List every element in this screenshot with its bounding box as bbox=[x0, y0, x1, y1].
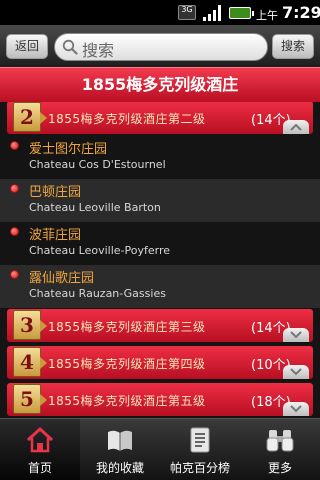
group-number-badge: 3 bbox=[13, 310, 47, 340]
group-header-3[interactable]: 3 1855梅多克列级酒庄第三级 (14个) bbox=[7, 309, 313, 342]
group-number-badge: 4 bbox=[13, 347, 47, 377]
group-number-badge: 5 bbox=[13, 384, 47, 414]
status-time: 7:29 bbox=[282, 3, 320, 22]
item-name-en: Chateau Cos D'Estournel bbox=[29, 158, 166, 171]
item-name-cn: 巴顿庄园 bbox=[29, 185, 82, 200]
bullet-icon bbox=[10, 141, 19, 150]
home-icon bbox=[26, 427, 54, 453]
bullet-icon bbox=[10, 270, 19, 279]
search-button[interactable]: 搜索 bbox=[272, 34, 314, 59]
tab-label: 首页 bbox=[27, 461, 52, 475]
back-button[interactable]: 返回 bbox=[6, 34, 48, 59]
signal-icon bbox=[203, 5, 223, 21]
group-header-4[interactable]: 4 1855梅多克列级酒庄第四级 (10个) bbox=[7, 346, 313, 379]
tab-favorites[interactable]: 我的收藏 bbox=[80, 419, 160, 480]
list-item[interactable]: 露仙歌庄园 Chateau Rauzan-Gassies bbox=[0, 265, 320, 308]
group-header-2[interactable]: 2 1855梅多克列级酒庄第二级 (14个) bbox=[7, 102, 313, 134]
chateau-list[interactable]: 2 1855梅多克列级酒庄第二级 (14个) 爱士图尔庄园 Chateau Co… bbox=[0, 102, 320, 418]
chevron-up-icon[interactable] bbox=[283, 120, 309, 134]
bullet-icon bbox=[10, 227, 19, 236]
list-item[interactable]: 巴顿庄园 Chateau Leoville Barton bbox=[0, 179, 320, 222]
group-title: 1855梅多克列级酒庄第三级 bbox=[48, 320, 206, 334]
item-name-en: Chateau Rauzan-Gassies bbox=[29, 287, 166, 300]
search-input[interactable]: 搜索 bbox=[54, 33, 268, 61]
binoculars-icon bbox=[266, 430, 294, 452]
group-title: 1855梅多克列级酒庄第四级 bbox=[48, 357, 206, 371]
tab-more[interactable]: 更多 bbox=[240, 419, 320, 480]
tab-parker-ranking[interactable]: 帕克百分榜 bbox=[160, 419, 240, 480]
group-title: 1855梅多克列级酒庄第二级 bbox=[48, 112, 206, 126]
bottom-tab-bar: 首页 我的收藏 帕克百分榜 更多 bbox=[0, 418, 320, 480]
battery-icon bbox=[229, 7, 254, 19]
chevron-down-icon[interactable] bbox=[283, 365, 309, 379]
list-icon bbox=[190, 427, 210, 453]
group-header-5[interactable]: 5 1855梅多克列级酒庄第五级 (18个) bbox=[7, 383, 313, 416]
list-item[interactable]: 爱士图尔庄园 Chateau Cos D'Estournel bbox=[0, 136, 320, 179]
list-item[interactable]: 波菲庄园 Chateau Leoville-Poyferre bbox=[0, 222, 320, 265]
item-name-en: Chateau Leoville-Poyferre bbox=[29, 244, 171, 257]
search-placeholder: 搜索 bbox=[82, 41, 115, 60]
group-number-badge: 2 bbox=[13, 102, 47, 132]
page-title: 1855梅多克列级酒庄 bbox=[0, 67, 320, 102]
chevron-down-icon[interactable] bbox=[283, 328, 309, 342]
group-title: 1855梅多克列级酒庄第五级 bbox=[48, 394, 206, 408]
tab-label: 帕克百分榜 bbox=[169, 461, 230, 475]
status-ampm: 上午 bbox=[256, 9, 278, 22]
item-name-cn: 露仙歌庄园 bbox=[29, 271, 95, 286]
book-icon bbox=[108, 430, 132, 451]
tab-home[interactable]: 首页 bbox=[0, 419, 80, 480]
item-name-en: Chateau Leoville Barton bbox=[29, 201, 161, 214]
chevron-down-icon[interactable] bbox=[283, 402, 309, 416]
network-3g-icon: 3G bbox=[178, 5, 196, 20]
tab-label: 更多 bbox=[267, 461, 292, 475]
item-name-cn: 波菲庄园 bbox=[29, 228, 82, 243]
search-icon bbox=[62, 39, 78, 55]
network-label: 3G bbox=[181, 5, 193, 14]
tab-label: 我的收藏 bbox=[95, 461, 144, 475]
bullet-icon bbox=[10, 184, 19, 193]
item-name-cn: 爱士图尔庄园 bbox=[29, 142, 108, 157]
top-bar: 返回 搜索 搜索 bbox=[0, 25, 320, 67]
status-bar: 3G 上午 7:29 bbox=[0, 0, 320, 25]
